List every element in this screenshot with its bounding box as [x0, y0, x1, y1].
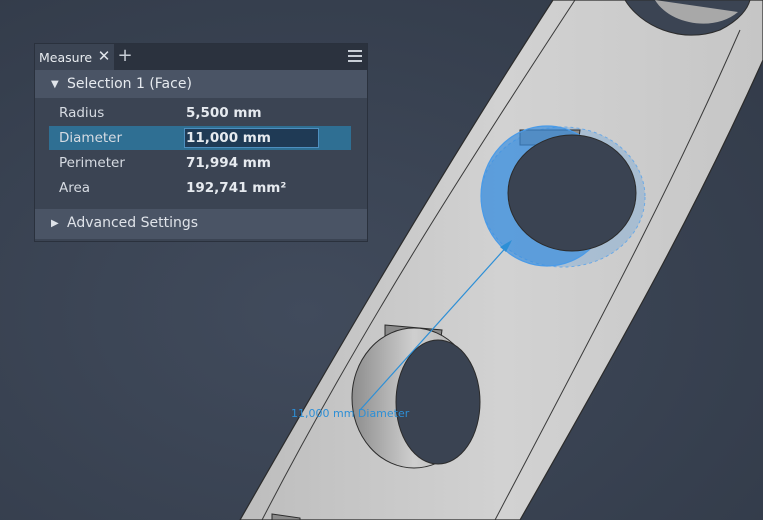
measure-row-perimeter[interactable]: Perimeter 71,994 mm: [49, 151, 351, 175]
advanced-settings-header[interactable]: ▶ Advanced Settings: [35, 209, 367, 239]
tab-measure-label: Measure: [39, 49, 93, 65]
selection-section-title: Selection 1 (Face): [67, 76, 192, 92]
measure-value: 192,741 mm²: [186, 180, 287, 196]
measure-results: Radius 5,500 mm Diameter 11,000 mm Perim…: [35, 98, 367, 212]
measure-value: 11,000 mm: [186, 130, 271, 146]
measure-label: Diameter: [59, 130, 123, 146]
close-icon[interactable]: ✕: [97, 49, 111, 64]
caret-down-icon: ▼: [51, 79, 59, 90]
measure-row-area[interactable]: Area 192,741 mm²: [49, 176, 351, 200]
caret-right-icon: ▶: [51, 218, 59, 229]
measure-label: Area: [59, 180, 91, 196]
panel-tabbar: Measure ✕ +: [35, 44, 367, 70]
selection-section-header[interactable]: ▼ Selection 1 (Face): [35, 70, 367, 98]
measure-value: 5,500 mm: [186, 105, 262, 121]
measure-label: Radius: [59, 105, 105, 121]
measure-panel[interactable]: Measure ✕ + ▼ Selection 1 (Face) Radius …: [34, 43, 368, 242]
dimension-label: 11,000 mm Diameter: [291, 407, 410, 420]
hamburger-menu-icon[interactable]: [348, 50, 362, 63]
measure-label: Perimeter: [59, 155, 125, 171]
advanced-settings-title: Advanced Settings: [67, 215, 199, 231]
add-tab-icon[interactable]: +: [117, 47, 133, 65]
measure-row-diameter[interactable]: Diameter 11,000 mm: [49, 126, 351, 150]
measure-value: 71,994 mm: [186, 155, 271, 171]
tab-measure[interactable]: Measure ✕: [35, 44, 114, 70]
measure-row-radius[interactable]: Radius 5,500 mm: [49, 101, 351, 125]
